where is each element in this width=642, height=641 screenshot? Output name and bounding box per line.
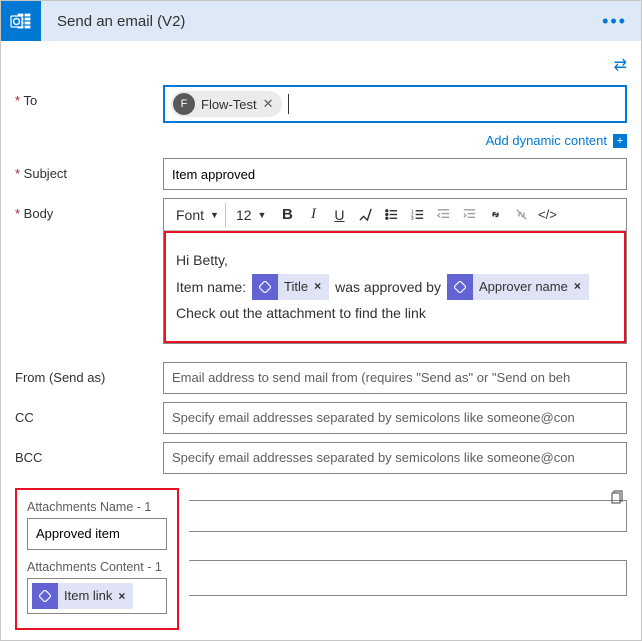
bullet-list-button[interactable] [378,202,404,228]
from-input[interactable] [163,362,627,394]
svg-text:3: 3 [411,216,414,221]
token-label: Title [284,275,308,300]
remove-token-icon[interactable]: × [314,275,321,298]
plus-icon[interactable]: + [613,134,627,148]
font-size-select[interactable]: 12▼ [230,203,273,227]
body-text: Item name: [176,274,246,301]
dynamic-token-title[interactable]: Title × [252,274,329,300]
more-menu-button[interactable]: ••• [602,11,627,32]
swap-icon[interactable]: ⇄ [614,57,627,74]
body-label: Body [15,198,163,221]
rte-toolbar: Font▼ 12▼ B I U 123 </> [164,199,626,231]
card-title: Send an email (V2) [41,13,602,30]
token-label: Item link [64,588,112,603]
remove-recipient-icon[interactable]: ✕ [263,96,274,112]
dynamic-token-approver[interactable]: Approver name × [447,274,589,300]
caret-down-icon: ▼ [210,210,219,220]
link-button[interactable] [482,202,508,228]
cc-label: CC [15,402,163,425]
add-dynamic-content-link[interactable]: Add dynamic content [486,133,607,148]
attachment-name-label: Attachments Name - 1 [27,500,167,514]
remove-token-icon[interactable]: × [118,589,125,603]
unlink-button[interactable] [508,202,534,228]
body-text: was approved by [335,274,441,301]
subject-input[interactable] [163,158,627,190]
action-card: Send an email (V2) ••• ⇄ To F Flow-Test … [0,0,642,641]
attachment-name-input-ext[interactable] [189,500,627,532]
underline-button[interactable]: U [326,202,352,228]
body-text: Hi Betty, [176,247,614,274]
attachment-content-input[interactable]: Item link × [27,578,167,614]
text-cursor [288,94,289,114]
card-header: Send an email (V2) ••• [1,1,641,41]
to-input[interactable]: F Flow-Test ✕ [163,85,627,123]
remove-token-icon[interactable]: × [574,275,581,298]
bold-button[interactable]: B [274,202,300,228]
switch-array-icon[interactable] [605,486,629,510]
indent-button[interactable] [456,202,482,228]
outdent-button[interactable] [430,202,456,228]
attachment-content-input-ext[interactable] [189,560,627,596]
rich-text-editor: Font▼ 12▼ B I U 123 </> [163,198,627,344]
font-select[interactable]: Font▼ [170,203,226,227]
body-content[interactable]: Hi Betty, Item name: Title × was approve… [164,231,626,343]
highlight-button[interactable] [352,202,378,228]
dynamic-token-item-link[interactable]: Item link × [32,583,133,609]
subject-label: Subject [15,158,163,181]
recipient-chip[interactable]: F Flow-Test ✕ [171,91,282,117]
bcc-label: BCC [15,442,163,465]
token-icon [32,583,58,609]
token-icon [447,274,473,300]
code-view-button[interactable]: </> [534,202,560,228]
token-label: Approver name [479,275,568,300]
italic-button[interactable]: I [300,202,326,228]
cc-input[interactable] [163,402,627,434]
attachment-content-label: Attachments Content - 1 [27,560,167,574]
token-icon [252,274,278,300]
recipient-chip-label: Flow-Test [201,97,257,112]
caret-down-icon: ▼ [258,210,267,220]
to-label: To [15,85,163,108]
avatar: F [173,93,195,115]
card-body: ⇄ To F Flow-Test ✕ Add dynamic content + [1,41,641,640]
from-label: From (Send as) [15,362,163,385]
bcc-input[interactable] [163,442,627,474]
attachments-section: Attachments Name - 1 Attachments Content… [15,488,179,630]
body-text: Check out the attachment to find the lin… [176,300,614,327]
outlook-icon [1,1,41,41]
attachment-name-input[interactable] [27,518,167,550]
number-list-button[interactable]: 123 [404,202,430,228]
